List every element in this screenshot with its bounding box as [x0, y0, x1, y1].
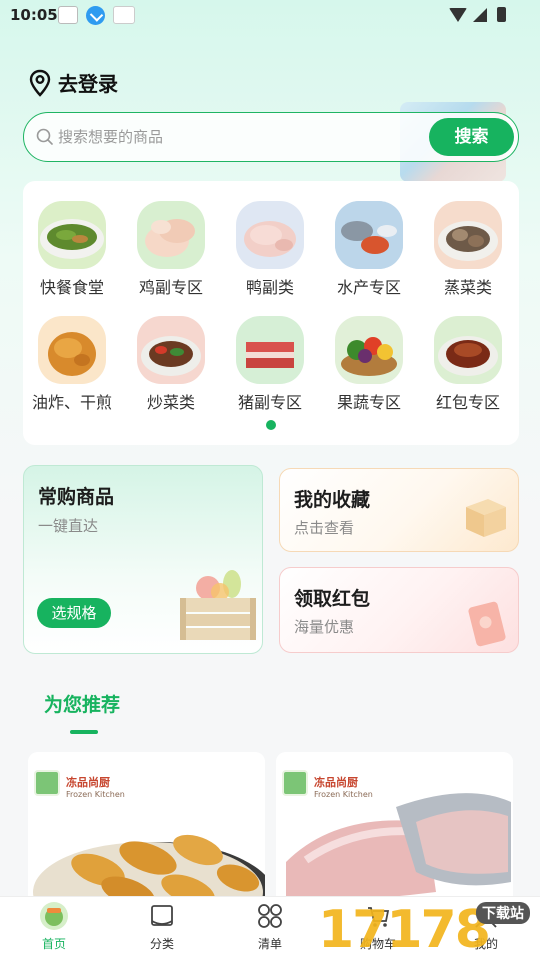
list-grid-icon	[257, 903, 283, 929]
category-grid: 快餐食堂 鸡副专区 鸭副类 水产专区 蒸菜类 油炸、干煎 炒菜类 猪副专区 果蔬…	[23, 181, 519, 445]
braised-pork-icon	[434, 316, 502, 384]
app-notification-icon	[58, 6, 78, 24]
stir-fry-icon	[137, 316, 205, 384]
category-item-stir-fry[interactable]: 炒菜类	[121, 316, 221, 413]
pork-icon	[236, 316, 304, 384]
signal-icon	[473, 7, 487, 22]
status-time: 10:05	[10, 6, 58, 24]
card-subtitle: 点击查看	[294, 519, 355, 537]
category-label: 猪副专区	[237, 393, 302, 412]
brand-subtitle: Frozen Kitchen	[66, 790, 125, 799]
red-packet-icon	[468, 601, 506, 647]
search-placeholder: 搜索想要的商品	[58, 128, 164, 146]
category-label: 炒菜类	[146, 393, 195, 412]
tab-label: 分类	[149, 937, 174, 951]
steamed-dish-icon	[434, 201, 502, 269]
search-icon	[36, 128, 53, 145]
category-item-pork[interactable]: 猪副专区	[220, 316, 320, 413]
category-label: 蒸菜类	[443, 278, 492, 297]
app-notification-icon-2	[113, 6, 135, 24]
fish-fillet-image	[276, 752, 513, 912]
tab-home[interactable]: 首页	[14, 902, 94, 952]
card-title: 领取红包	[294, 588, 371, 610]
brand-name: 冻品尚厨	[314, 776, 358, 789]
notification-icons	[58, 6, 135, 25]
category-item-braised[interactable]: 红包专区	[418, 316, 518, 413]
brand-subtitle: Frozen Kitchen	[314, 790, 373, 799]
recommend-title: 为您推荐	[44, 694, 121, 716]
duck-parts-icon	[236, 201, 304, 269]
card-subtitle: 海量优惠	[294, 618, 355, 636]
card-subtitle: 一键直达	[38, 517, 99, 535]
home-icon	[40, 902, 68, 930]
brand-logo	[34, 770, 60, 796]
product-card[interactable]: 冻品尚厨 Frozen Kitchen	[276, 752, 513, 912]
system-icons	[449, 7, 506, 22]
tab-category[interactable]: 分类	[122, 903, 202, 952]
location-pin-icon	[29, 69, 51, 97]
category-label: 油炸、干煎	[31, 393, 112, 412]
fast-food-dish-icon	[38, 201, 106, 269]
search-button[interactable]: 搜索	[429, 118, 514, 156]
category-item-chicken[interactable]: 鸡副专区	[121, 201, 221, 298]
battery-icon	[497, 7, 506, 22]
package-box-icon	[466, 499, 506, 537]
card-title: 我的收藏	[294, 489, 371, 511]
tab-label: 清单	[257, 937, 282, 951]
category-label: 红包专区	[435, 393, 500, 412]
category-item-seafood[interactable]: 水产专区	[319, 201, 419, 298]
category-item-steamed[interactable]: 蒸菜类	[418, 201, 518, 298]
seafood-icon	[335, 201, 403, 269]
watermark-badge: 下载站	[476, 902, 530, 924]
category-item-vegetables[interactable]: 果蔬专区	[319, 316, 419, 413]
category-item-fast-food[interactable]: 快餐食堂	[22, 201, 122, 298]
login-label: 去登录	[58, 72, 118, 96]
category-label: 鸡副专区	[138, 278, 203, 297]
select-spec-button[interactable]: 选规格	[37, 598, 111, 628]
search-input[interactable]: 搜索想要的商品 搜索	[23, 112, 519, 162]
fried-chicken-icon	[38, 316, 106, 384]
tab-label: 首页	[41, 937, 66, 951]
brand-name: 冻品尚厨	[66, 776, 110, 789]
card-title: 常购商品	[38, 486, 115, 508]
category-book-icon	[149, 903, 175, 929]
category-item-duck[interactable]: 鸭副类	[220, 201, 320, 298]
product-card[interactable]: 冻品尚厨 Frozen Kitchen	[28, 752, 265, 912]
page-indicator	[266, 420, 276, 430]
status-bar: 10:05	[0, 0, 540, 32]
fried-cutlet-image	[28, 752, 265, 912]
favorites-card[interactable]: 我的收藏 点击查看	[279, 468, 519, 552]
vegetables-icon	[335, 316, 403, 384]
tab-list[interactable]: 清单	[230, 903, 310, 952]
recommend-underline	[70, 730, 98, 734]
coupon-card[interactable]: 领取红包 海量优惠	[279, 567, 519, 653]
chicken-parts-icon	[137, 201, 205, 269]
fruit-crate-icon	[180, 570, 256, 640]
frequent-items-card[interactable]: 常购商品 一键直达 选规格	[23, 465, 263, 654]
wifi-icon	[449, 7, 467, 22]
brand-logo	[282, 770, 308, 796]
download-icon	[86, 6, 105, 25]
category-item-fried[interactable]: 油炸、干煎	[22, 316, 122, 413]
watermark-logo: 17178	[318, 900, 491, 960]
category-label: 快餐食堂	[39, 278, 104, 297]
category-label: 果蔬专区	[336, 393, 401, 412]
category-label: 水产专区	[336, 278, 401, 297]
category-label: 鸭副类	[245, 278, 294, 297]
login-link[interactable]: 去登录	[28, 68, 118, 97]
